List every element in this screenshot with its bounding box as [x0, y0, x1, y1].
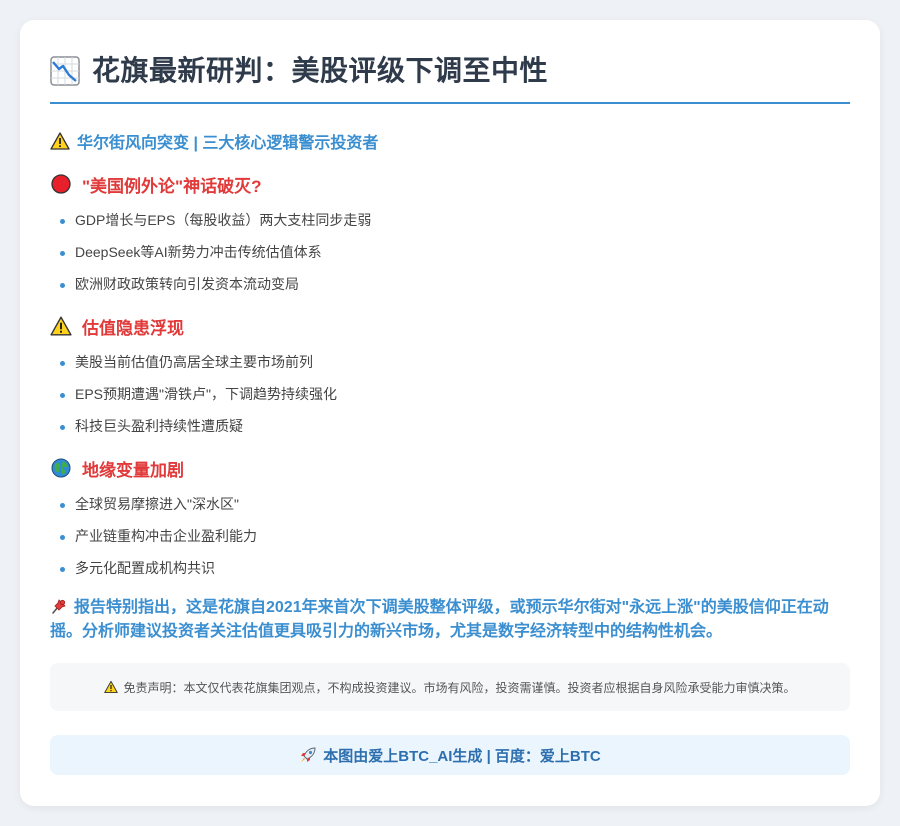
- main-card: 花旗最新研判：美股评级下调至中性 华尔街风向突变 | 三大核心逻辑警示投资者 "…: [20, 20, 880, 806]
- red-circle-icon: [51, 174, 71, 194]
- pushpin-icon: [52, 599, 66, 614]
- section-geopolitics: 地缘变量加剧 全球贸易摩擦进入"深水区" 产业链重构冲击企业盈利能力 多元化配置…: [50, 456, 850, 584]
- chart-decreasing-icon: [50, 56, 80, 86]
- rocket-icon: [301, 747, 316, 762]
- section-heading: "美国例外论"神话破灭?: [50, 172, 850, 196]
- list-item: 产业链重构冲击企业盈利能力: [50, 520, 850, 552]
- globe-icon: [51, 458, 71, 478]
- bullet-list: GDP增长与EPS（每股收益）两大支柱同步走弱 DeepSeek等AI新势力冲击…: [50, 204, 850, 300]
- list-item: 多元化配置成机构共识: [50, 552, 850, 584]
- section-heading-text: "美国例外论"神话破灭?: [82, 176, 262, 196]
- subtitle-text: 华尔街风向突变 | 三大核心逻辑警示投资者: [77, 135, 379, 152]
- subtitle: 华尔街风向突变 | 三大核心逻辑警示投资者: [50, 130, 378, 152]
- title-row: 花旗最新研判：美股评级下调至中性: [50, 54, 850, 104]
- report-note: 报告特别指出，这是花旗自2021年来首次下调美股整体评级，或预示华尔街对"永远上…: [50, 596, 850, 644]
- page-title: 花旗最新研判：美股评级下调至中性: [92, 55, 549, 86]
- section-valuation-risk: 估值隐患浮现 美股当前估值仍高居全球主要市场前列 EPS预期遭遇"滑铁卢"，下调…: [50, 314, 850, 442]
- warning-icon: [50, 316, 72, 336]
- list-item: 科技巨头盈利持续性遭质疑: [50, 410, 850, 442]
- disclaimer-text: 免责声明：本文仅代表花旗集团观点，不构成投资建议。市场有风险，投资需谨慎。投资者…: [123, 680, 796, 695]
- section-heading: 地缘变量加剧: [50, 456, 850, 480]
- section-heading-text: 估值隐患浮现: [82, 318, 184, 338]
- report-note-text: 报告特别指出，这是花旗自2021年来首次下调美股整体评级，或预示华尔街对"永远上…: [50, 599, 829, 640]
- warning-icon: [104, 680, 119, 694]
- footer-text: 本图由爱上BTC_AI生成 | 百度：爱上BTC: [323, 747, 601, 765]
- bullet-list: 全球贸易摩擦进入"深水区" 产业链重构冲击企业盈利能力 多元化配置成机构共识: [50, 488, 850, 584]
- list-item: GDP增长与EPS（每股收益）两大支柱同步走弱: [50, 204, 850, 236]
- bullet-list: 美股当前估值仍高居全球主要市场前列 EPS预期遭遇"滑铁卢"，下调趋势持续强化 …: [50, 346, 850, 442]
- list-item: 欧洲财政政策转向引发资本流动变局: [50, 268, 850, 300]
- list-item: DeepSeek等AI新势力冲击传统估值体系: [50, 236, 850, 268]
- footer-banner: 本图由爱上BTC_AI生成 | 百度：爱上BTC: [50, 735, 850, 775]
- section-heading: 估值隐患浮现: [50, 314, 850, 338]
- disclaimer: 免责声明：本文仅代表花旗集团观点，不构成投资建议。市场有风险，投资需谨慎。投资者…: [50, 663, 850, 711]
- warning-icon: [50, 132, 70, 150]
- list-item: EPS预期遭遇"滑铁卢"，下调趋势持续强化: [50, 378, 850, 410]
- list-item: 美股当前估值仍高居全球主要市场前列: [50, 346, 850, 378]
- list-item: 全球贸易摩擦进入"深水区": [50, 488, 850, 520]
- section-heading-text: 地缘变量加剧: [82, 460, 184, 480]
- section-american-exceptionalism: "美国例外论"神话破灭? GDP增长与EPS（每股收益）两大支柱同步走弱 Dee…: [50, 172, 850, 300]
